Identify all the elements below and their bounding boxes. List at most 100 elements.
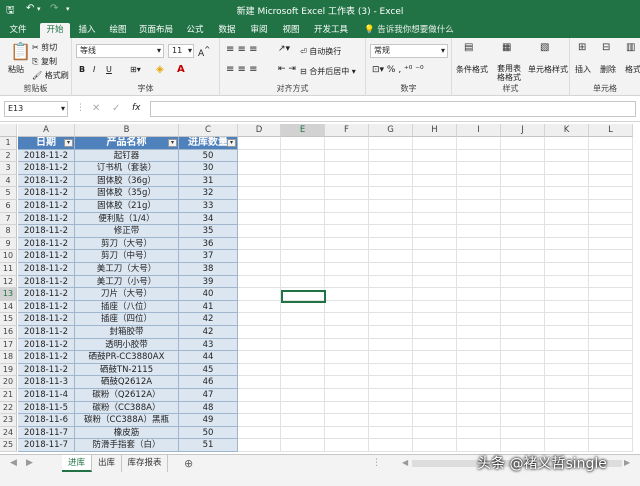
insert-function-icon[interactable]: fx [132,103,141,113]
empty-cell[interactable] [545,149,589,163]
table-cell[interactable]: 硒鼓TN-2115 [75,363,179,377]
table-cell[interactable]: 修正带 [75,225,179,238]
table-cell[interactable]: 2018-11-2 [18,313,75,326]
empty-cell[interactable] [501,439,545,452]
row-header[interactable]: 6 [0,200,17,213]
empty-cell[interactable] [413,149,457,163]
empty-cell[interactable] [325,288,369,301]
empty-cell[interactable] [325,389,369,402]
row-header[interactable]: 13 [0,288,17,301]
empty-cell[interactable] [369,338,413,352]
cancel-icon[interactable]: ✕ [92,103,100,114]
empty-cell[interactable] [369,200,413,213]
empty-cell[interactable] [545,212,589,226]
empty-cell[interactable] [457,338,501,352]
empty-cell[interactable] [369,439,413,452]
empty-cell[interactable] [325,187,369,200]
empty-cell[interactable] [281,137,325,150]
confirm-icon[interactable]: ✓ [112,103,120,114]
empty-cell[interactable] [413,225,457,238]
tab-file[interactable]: 文件 [6,23,30,38]
empty-cell[interactable] [545,275,589,289]
empty-cell[interactable] [238,250,281,263]
row-header[interactable]: 18 [0,351,17,364]
row-header[interactable]: 12 [0,275,17,289]
table-header-cell[interactable]: 产品名称 ▾ [75,137,179,150]
tab-insert[interactable]: 插入 [76,23,98,38]
empty-cell[interactable] [325,225,369,238]
empty-cell[interactable] [413,338,457,352]
empty-cell[interactable] [369,414,413,427]
empty-cell[interactable] [238,313,281,326]
table-cell[interactable]: 2018-11-5 [18,401,75,415]
delete-cells-button[interactable]: 删除 [600,64,616,75]
empty-cell[interactable] [457,263,501,276]
empty-cell[interactable] [413,237,457,251]
empty-cell[interactable] [457,426,501,440]
conditional-format-icon[interactable]: ▤ [464,42,473,53]
format-cells-icon[interactable]: ▥ [626,42,635,53]
table-cell[interactable]: 2018-11-2 [18,263,75,276]
empty-cell[interactable] [545,174,589,188]
empty-cell[interactable] [325,363,369,377]
empty-cell[interactable] [501,414,545,427]
table-cell[interactable]: 硒鼓Q2612A [75,376,179,389]
empty-cell[interactable] [325,300,369,314]
empty-cell[interactable] [281,439,325,452]
empty-cell[interactable] [369,351,413,364]
empty-cell[interactable] [545,401,589,415]
tab-review[interactable]: 审阅 [248,23,270,38]
empty-cell[interactable] [589,338,633,352]
empty-cell[interactable] [281,212,325,226]
table-cell[interactable]: 41 [179,300,238,314]
table-cell[interactable]: 美工刀（大号） [75,263,179,276]
empty-cell[interactable] [238,137,281,150]
empty-cell[interactable] [281,237,325,251]
table-cell[interactable]: 固体胶（36g） [75,174,179,188]
empty-cell[interactable] [413,376,457,389]
empty-cell[interactable] [325,313,369,326]
align-left-icon[interactable]: ≡ ≡ ≡ [226,64,258,75]
empty-cell[interactable] [238,426,281,440]
table-cell[interactable]: 便利贴（1/4） [75,212,179,226]
empty-cell[interactable] [369,250,413,263]
empty-cell[interactable] [369,187,413,200]
empty-cell[interactable] [413,200,457,213]
empty-cell[interactable] [281,326,325,339]
empty-cell[interactable] [281,187,325,200]
selected-cell-e13[interactable] [281,290,326,303]
table-cell[interactable]: 2018-11-6 [18,414,75,427]
empty-cell[interactable] [238,275,281,289]
empty-cell[interactable] [457,149,501,163]
table-cell[interactable]: 2018-11-2 [18,237,75,251]
empty-cell[interactable] [589,212,633,226]
filter-dropdown-icon[interactable]: ▾ [64,139,73,147]
empty-cell[interactable] [369,389,413,402]
empty-cell[interactable] [238,225,281,238]
indent-icon[interactable]: ⇤ ⇥ [278,64,296,74]
column-header-e[interactable]: E [281,124,325,137]
empty-cell[interactable] [325,439,369,452]
empty-cell[interactable] [281,363,325,377]
column-header-h[interactable]: H [413,124,457,137]
empty-cell[interactable] [501,237,545,251]
empty-cell[interactable] [457,174,501,188]
row-header[interactable]: 17 [0,338,17,352]
insert-cells-button[interactable]: 插入 [575,64,591,75]
empty-cell[interactable] [281,225,325,238]
cell-styles-button[interactable]: 单元格样式 [528,64,568,75]
tell-me-box[interactable]: 💡 告诉我你想要做什么 [364,23,454,35]
empty-cell[interactable] [238,351,281,364]
row-header[interactable]: 20 [0,376,17,389]
empty-cell[interactable] [369,137,413,150]
table-cell[interactable]: 50 [179,149,238,163]
filter-dropdown-icon[interactable]: ▾ [227,139,236,147]
empty-cell[interactable] [413,137,457,150]
empty-cell[interactable] [369,401,413,415]
column-header-c[interactable]: C [179,124,238,137]
empty-cell[interactable] [238,149,281,163]
empty-cell[interactable] [545,237,589,251]
empty-cell[interactable] [457,439,501,452]
tab-page-layout[interactable]: 页面布局 [138,23,174,38]
table-cell[interactable]: 42 [179,326,238,339]
